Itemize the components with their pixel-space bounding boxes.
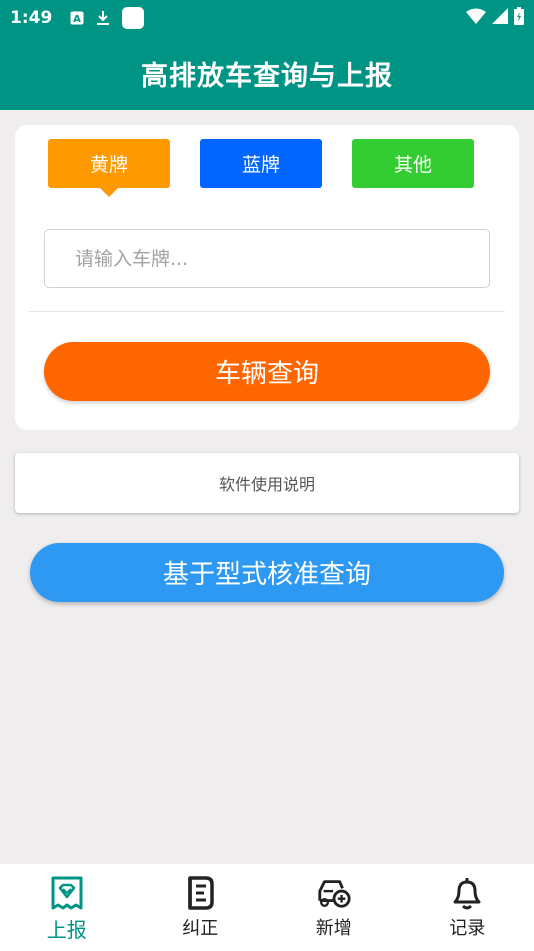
nav-label-report: 上报	[46, 918, 87, 942]
nav-item-add[interactable]: 新增	[267, 864, 401, 951]
nav-item-correct[interactable]: 纠正	[134, 864, 268, 951]
status-time: 1:49	[10, 8, 53, 28]
manual-button[interactable]: 软件使用说明	[15, 453, 519, 513]
app-title: 高排放车查询与上报	[141, 60, 393, 92]
plate-number-input[interactable]	[44, 229, 490, 288]
nav-item-records[interactable]: 记录	[401, 864, 534, 951]
vehicle-query-button[interactable]: 车辆查询	[44, 342, 490, 401]
search-card: 黄牌 蓝牌 其他 车辆查询	[15, 125, 519, 430]
plate-yellow-button[interactable]: 黄牌	[48, 139, 170, 188]
app-bar: 高排放车查询与上报	[0, 36, 534, 110]
plate-blue-button[interactable]: 蓝牌	[200, 139, 322, 188]
selected-pointer-icon	[99, 187, 119, 197]
text-notification-icon: A	[70, 11, 84, 25]
divider	[29, 311, 505, 312]
type-approval-query-button[interactable]: 基于型式核准查询	[30, 543, 504, 602]
battery-icon	[514, 7, 524, 29]
plate-other-button[interactable]: 其他	[352, 139, 474, 188]
nav-item-report[interactable]: 上报	[0, 864, 134, 951]
nav-label-add: 新增	[315, 918, 352, 939]
svg-text:A: A	[73, 14, 81, 25]
report-ticket-icon	[49, 874, 85, 912]
signal-icon	[492, 8, 508, 28]
status-bar: 1:49 A	[0, 0, 534, 36]
app-notification-icon	[122, 7, 145, 29]
download-icon	[96, 10, 110, 26]
nav-label-correct: 纠正	[182, 918, 219, 939]
correct-list-icon	[182, 874, 218, 912]
nav-label-records: 记录	[449, 918, 486, 939]
bottom-nav: 上报 纠正 新增 记录	[0, 864, 534, 951]
wifi-icon	[466, 8, 486, 28]
status-right-icons	[466, 7, 524, 29]
add-vehicle-icon	[316, 874, 352, 912]
bell-icon	[449, 874, 485, 912]
